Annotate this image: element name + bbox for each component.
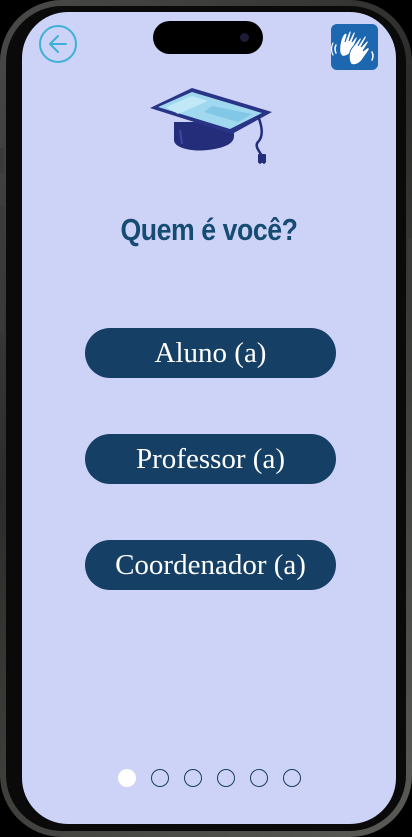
sign-language-accessibility-button[interactable]: [330, 24, 378, 70]
phone-frame: Quem é você? Aluno (a) Professor (a) Coo…: [0, 0, 412, 837]
page-dot[interactable]: [249, 769, 268, 787]
volume-up-button: [0, 205, 4, 257]
coordinator-role-button[interactable]: Coordenador (a): [85, 540, 336, 590]
sign-language-hands-icon: [330, 30, 374, 66]
page-dot[interactable]: [282, 769, 301, 787]
app-screen: Quem é você? Aluno (a) Professor (a) Coo…: [22, 12, 396, 824]
power-button: [408, 238, 412, 324]
page-dot[interactable]: [150, 769, 169, 787]
arrow-left-icon: [49, 35, 67, 53]
graduation-cap-tablet-icon: [150, 88, 272, 164]
back-button[interactable]: [39, 25, 77, 63]
teacher-role-button[interactable]: Professor (a): [85, 434, 336, 484]
action-button: [0, 148, 4, 174]
page-dot[interactable]: [183, 769, 202, 787]
front-camera: [240, 33, 249, 42]
page-indicator: [22, 769, 396, 791]
page-dot[interactable]: [216, 769, 235, 787]
volume-down-button: [0, 280, 4, 332]
page-dot[interactable]: [117, 769, 136, 787]
dynamic-island: [153, 21, 263, 54]
page-title: Quem é você?: [120, 212, 298, 247]
student-role-button[interactable]: Aluno (a): [85, 328, 336, 378]
